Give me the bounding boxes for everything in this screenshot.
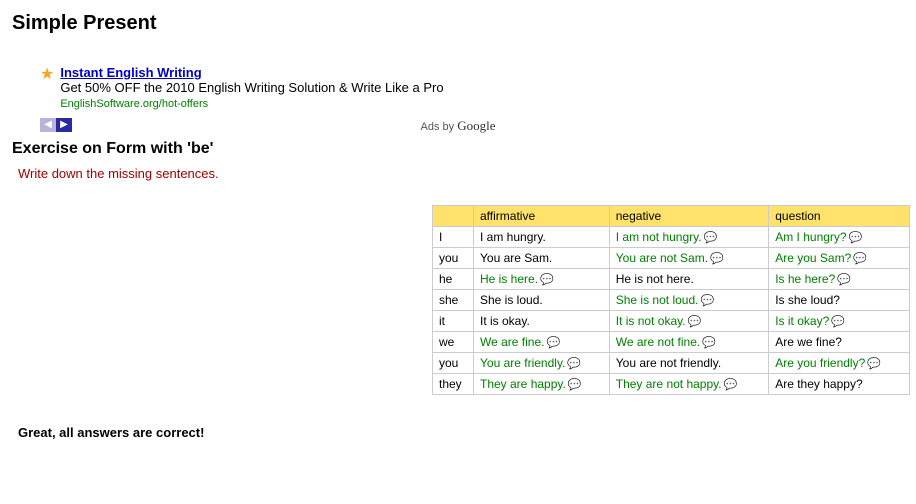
pronoun-cell: I <box>433 226 474 247</box>
given-text: I am hungry. <box>480 230 546 244</box>
note-bubble-icon[interactable]: 💬 <box>710 253 724 265</box>
answer-cell: Is she loud? <box>769 289 910 310</box>
pronoun-cell: he <box>433 268 474 289</box>
answer-cell: They are not happy.💬 <box>609 373 768 394</box>
table-row: heHe is here.💬He is not here.Is he here?… <box>433 268 910 289</box>
answer-cell: Are we fine? <box>769 331 910 352</box>
grammar-table: affirmative negative question I I am hung… <box>432 205 910 395</box>
exercise-heading: Exercise on Form with 'be' <box>12 140 904 158</box>
given-text: She is loud. <box>480 293 543 307</box>
ads-by-label: Ads by Google <box>12 118 904 134</box>
user-answer: They are not happy. <box>616 377 722 391</box>
answer-cell: You are friendly.💬 <box>474 352 610 373</box>
note-bubble-icon[interactable]: 💬 <box>831 316 845 328</box>
note-bubble-icon[interactable]: 💬 <box>849 232 863 244</box>
pronoun-cell: she <box>433 289 474 310</box>
user-answer: Is it okay? <box>775 314 829 328</box>
header-negative: negative <box>609 205 768 226</box>
instruction-text: Write down the missing sentences. <box>18 166 904 181</box>
answer-cell: She is loud. <box>474 289 610 310</box>
note-bubble-icon[interactable]: 💬 <box>724 379 738 391</box>
user-answer: She is not loud. <box>616 293 699 307</box>
note-bubble-icon[interactable]: 💬 <box>853 253 867 265</box>
note-bubble-icon[interactable]: 💬 <box>567 358 581 370</box>
answer-cell: Are you Sam?💬 <box>769 247 910 268</box>
answer-cell: He is not here. <box>609 268 768 289</box>
table-row: youYou are Sam.You are not Sam.💬Are you … <box>433 247 910 268</box>
answer-cell: Am I hungry?💬 <box>769 226 910 247</box>
ad-next-arrow-icon[interactable]: ▶ <box>56 118 72 132</box>
ad-description: Get 50% OFF the 2010 English Writing Sol… <box>60 80 443 95</box>
header-empty <box>433 205 474 226</box>
pronoun-cell: they <box>433 373 474 394</box>
user-answer: Are you Sam? <box>775 251 851 265</box>
table-row: youYou are friendly.💬You are not friendl… <box>433 352 910 373</box>
answer-cell: Is it okay?💬 <box>769 310 910 331</box>
note-bubble-icon[interactable]: 💬 <box>688 316 702 328</box>
pronoun-cell: you <box>433 247 474 268</box>
table-row: theyThey are happy.💬They are not happy.💬… <box>433 373 910 394</box>
user-answer: I am not hungry. <box>616 230 702 244</box>
pronoun-cell: it <box>433 310 474 331</box>
ad-title-link[interactable]: Instant English Writing <box>60 65 201 80</box>
given-text: You are Sam. <box>480 251 552 265</box>
answer-cell: Are they happy? <box>769 373 910 394</box>
answer-cell: It is not okay.💬 <box>609 310 768 331</box>
pronoun-cell: we <box>433 331 474 352</box>
result-message: Great, all answers are correct! <box>18 425 904 440</box>
user-answer: We are not fine. <box>616 335 701 349</box>
given-text: It is okay. <box>480 314 530 328</box>
answer-cell: Are you friendly?💬 <box>769 352 910 373</box>
given-text: He is not here. <box>616 272 694 286</box>
pronoun-cell: you <box>433 352 474 373</box>
answer-cell: We are not fine.💬 <box>609 331 768 352</box>
note-bubble-icon[interactable]: 💬 <box>837 274 851 286</box>
note-bubble-icon[interactable]: 💬 <box>702 337 716 349</box>
table-row: II am hungry.I am not hungry.💬Am I hungr… <box>433 226 910 247</box>
given-text: Is she loud? <box>775 293 840 307</box>
given-text: Are we fine? <box>775 335 842 349</box>
note-bubble-icon[interactable]: 💬 <box>700 295 714 307</box>
user-answer: Am I hungry? <box>775 230 846 244</box>
note-bubble-icon[interactable]: 💬 <box>867 358 881 370</box>
note-bubble-icon[interactable]: 💬 <box>540 274 554 286</box>
given-text: You are not friendly. <box>616 356 721 370</box>
answer-cell: I am hungry. <box>474 226 610 247</box>
answer-cell: She is not loud.💬 <box>609 289 768 310</box>
answer-cell: You are Sam. <box>474 247 610 268</box>
header-affirmative: affirmative <box>474 205 610 226</box>
given-text: Are they happy? <box>775 377 862 391</box>
sponsored-ad: ★ Instant English Writing Get 50% OFF th… <box>40 65 904 110</box>
star-icon: ★ <box>40 67 54 83</box>
table-row: itIt is okay.It is not okay.💬Is it okay?… <box>433 310 910 331</box>
header-question: question <box>769 205 910 226</box>
user-answer: They are happy. <box>480 377 566 391</box>
note-bubble-icon[interactable]: 💬 <box>568 379 582 391</box>
answer-cell: You are not friendly. <box>609 352 768 373</box>
user-answer: Are you friendly? <box>775 356 865 370</box>
page-title: Simple Present <box>12 12 904 35</box>
answer-cell: We are fine.💬 <box>474 331 610 352</box>
table-row: weWe are fine.💬We are not fine.💬Are we f… <box>433 331 910 352</box>
answer-cell: Is he here?💬 <box>769 268 910 289</box>
user-answer: You are not Sam. <box>616 251 708 265</box>
ad-prev-arrow-icon[interactable]: ◀ <box>40 118 56 132</box>
user-answer: We are fine. <box>480 335 544 349</box>
answer-cell: He is here.💬 <box>474 268 610 289</box>
note-bubble-icon[interactable]: 💬 <box>704 232 718 244</box>
table-row: she She is loud. She is not loud.💬 Is she l… <box>433 289 910 310</box>
note-bubble-icon[interactable]: 💬 <box>546 337 560 349</box>
answer-cell: They are happy.💬 <box>474 373 610 394</box>
user-answer: It is not okay. <box>616 314 686 328</box>
user-answer: He is here. <box>480 272 538 286</box>
answer-cell: I am not hungry.💬 <box>609 226 768 247</box>
answer-cell: It is okay. <box>474 310 610 331</box>
user-answer: Is he here? <box>775 272 835 286</box>
ad-url: EnglishSoftware.org/hot-offers <box>60 98 208 110</box>
user-answer: You are friendly. <box>480 356 565 370</box>
answer-cell: You are not Sam.💬 <box>609 247 768 268</box>
